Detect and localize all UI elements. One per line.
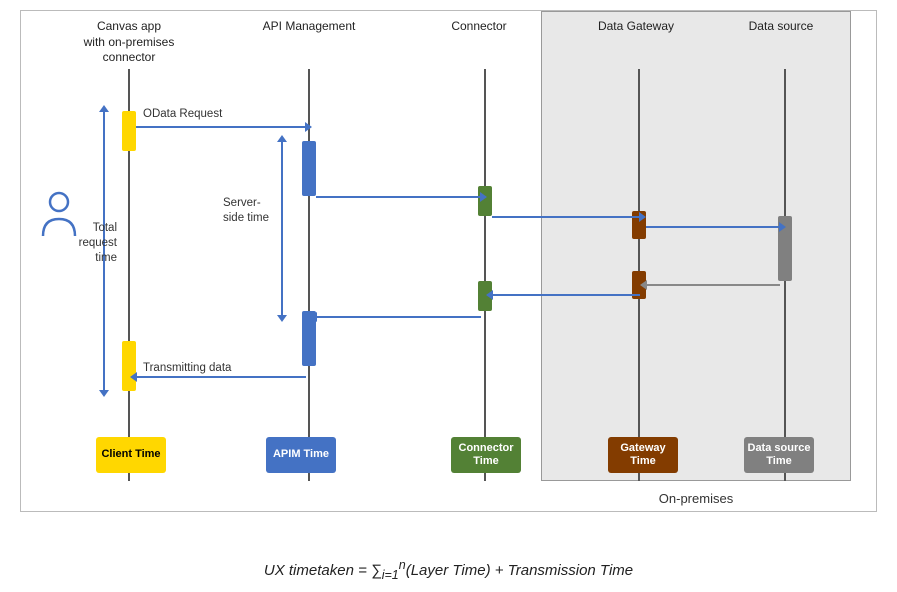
onpremises-label: On-premises — [541, 491, 851, 506]
transmitting-label: Transmitting data — [143, 361, 231, 376]
arrow-gateway-datasource — [646, 226, 780, 228]
server-side-varrow — [281, 141, 283, 316]
formula-text: UX timetaken = ∑i=1n(Layer Time) + Trans… — [264, 562, 633, 579]
arrow-odata-request — [136, 126, 306, 128]
data-gateway-header: Data Gateway — [591, 19, 681, 35]
arrow-return-connector-apim — [316, 316, 481, 318]
arrow-return-gateway-connector — [492, 294, 640, 296]
server-side-label: Server-side time — [223, 196, 288, 226]
odata-request-label: OData Request — [143, 107, 222, 122]
gateway-time-legend: GatewayTime — [608, 437, 678, 473]
data-source-header: Data source — [741, 19, 821, 35]
data-source-time-legend: Data sourceTime — [744, 437, 814, 473]
arrow-apim-connector — [316, 196, 481, 198]
formula-area: UX timetaken = ∑i=1n(Layer Time) + Trans… — [0, 558, 897, 582]
arrow-return-datasource-gateway — [646, 284, 780, 286]
arrow-connector-gateway — [492, 216, 640, 218]
canvas-app-header: Canvas appwith on-premisesconnector — [79, 19, 179, 66]
connector-time-legend: ConnectorTime — [451, 437, 521, 473]
canvas-bar-top — [122, 111, 136, 151]
apim-bar-top — [302, 141, 316, 196]
api-mgmt-header: API Management — [259, 19, 359, 35]
connector-lifeline — [484, 69, 486, 481]
diagram-area: Canvas appwith on-premisesconnector API … — [20, 10, 877, 512]
diagram-inner: Canvas appwith on-premisesconnector API … — [21, 11, 876, 511]
arrow-return-apim-canvas — [136, 376, 306, 378]
client-time-legend: Client Time — [96, 437, 166, 473]
onpremises-box — [541, 11, 851, 481]
apim-time-legend: APIM Time — [266, 437, 336, 473]
person-icon — [39, 191, 79, 244]
connector-header: Connector — [439, 19, 519, 35]
canvas-bar-bottom — [122, 341, 136, 391]
